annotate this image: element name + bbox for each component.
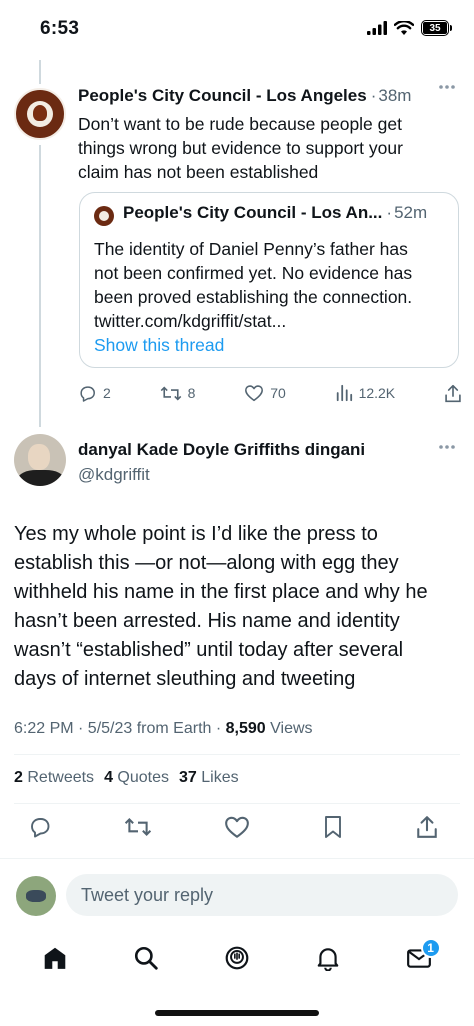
messages-badge: 1 (420, 938, 441, 958)
reply-button[interactable] (28, 815, 52, 839)
status-icons: 35 (367, 20, 452, 36)
retweets-stat[interactable]: 2 Retweets (14, 769, 94, 787)
tweet-text: Yes my whole point is I’d like the press… (14, 520, 464, 694)
retweet-icon (124, 815, 152, 839)
tweet-text-line: days of internet sleuthing and tweeting (14, 668, 356, 690)
battery-level: 35 (423, 22, 447, 34)
battery-icon: 35 (421, 20, 452, 36)
reply-count: 2 (103, 385, 111, 401)
reply-icon (78, 384, 97, 403)
home-icon (42, 945, 68, 971)
wifi-icon (394, 20, 414, 36)
thread-line (39, 145, 41, 427)
views-icon (335, 384, 353, 402)
tweet-time: 38m (378, 86, 412, 105)
quotes-stat[interactable]: 4 Quotes (104, 769, 169, 787)
quoted-time: 52m (394, 203, 428, 222)
share-button[interactable] (444, 384, 462, 403)
tweet-text-line: wasn’t “established” until today after s… (14, 639, 404, 661)
quoted-header: People's City Council - Los An... · 52m (123, 203, 428, 222)
tweet-timestamp: 6:22 PM · 5/5/23 from Earth · 8,590 View… (14, 720, 313, 738)
tweet-text-line: claim has not been established (78, 162, 319, 182)
reply-button[interactable]: 2 (78, 384, 111, 403)
main-tweet-actions (28, 815, 438, 839)
tweet-text: Don’t want to be rude because people get… (78, 112, 403, 184)
search-icon (133, 945, 159, 971)
tweet-text-line: withheld his name in the first place and… (14, 581, 428, 603)
avatar[interactable] (14, 88, 66, 140)
more-options-icon[interactable] (438, 84, 456, 90)
divider (14, 803, 460, 804)
timestamp-text: 6:22 PM · 5/5/23 from Earth · (14, 720, 226, 737)
retweet-icon (160, 384, 182, 403)
retweet-button[interactable]: 8 (160, 384, 196, 403)
signal-icon (367, 21, 387, 35)
tab-messages[interactable]: 1 (397, 936, 441, 980)
engagement-stats: 2 Retweets 4 Quotes 37 Likes (14, 769, 239, 787)
bookmark-button[interactable] (322, 815, 344, 839)
retweet-button[interactable] (124, 815, 152, 839)
likes-stat[interactable]: 37 Likes (179, 769, 239, 787)
more-options-icon[interactable] (438, 444, 456, 450)
likes-total: 37 (179, 769, 197, 786)
tab-spaces[interactable] (215, 936, 259, 980)
views-total: 8,590 (225, 720, 266, 737)
tab-notifications[interactable] (306, 936, 350, 980)
tweet-text-line: things wrong but evidence to support you… (78, 138, 403, 158)
spaces-icon (224, 945, 250, 971)
quoted-text-line: not been confirmed yet. No evidence has (94, 263, 413, 283)
tab-search[interactable] (124, 936, 168, 980)
reply-input[interactable] (66, 874, 458, 916)
retweets-total: 2 (14, 769, 23, 786)
thread-line-top (39, 60, 41, 84)
heart-icon (224, 815, 250, 839)
author-name[interactable]: danyal Kade Doyle Griffiths dingani (78, 440, 365, 460)
author-name[interactable]: People's City Council - Los Angeles (78, 86, 367, 106)
tweet-actions: 2 8 70 12.2K (78, 380, 462, 406)
quoted-text-line: The identity of Daniel Penny’s father ha… (94, 239, 408, 259)
quoted-author-name: People's City Council - Los An... (123, 203, 383, 222)
divider (14, 754, 460, 755)
retweets-label: Retweets (27, 769, 95, 786)
reply-icon (28, 815, 52, 839)
avatar[interactable] (14, 434, 66, 486)
quotes-label: Quotes (117, 769, 170, 786)
views-label: Views (265, 720, 313, 737)
parent-tweet-header: People's City Council - Los Angeles · 38… (78, 86, 412, 106)
quoted-avatar (94, 206, 114, 226)
status-bar: 6:53 35 (0, 0, 474, 60)
bell-icon (315, 945, 341, 971)
author-handle[interactable]: @kdgriffit (78, 465, 150, 485)
tweet-text-line: Don’t want to be rude because people get (78, 114, 402, 134)
quoted-link[interactable]: twitter.com/kdgriffit/stat... (94, 309, 450, 333)
avatar[interactable] (16, 876, 56, 916)
bottom-tab-bar: 1 (0, 930, 474, 986)
share-icon (416, 815, 438, 839)
quoted-text: The identity of Daniel Penny’s father ha… (94, 237, 450, 333)
views-count: 12.2K (358, 385, 396, 401)
bookmark-icon (322, 815, 344, 839)
heart-icon (244, 384, 264, 402)
retweet-count: 8 (187, 385, 196, 401)
show-thread-link[interactable]: Show this thread (94, 335, 224, 356)
home-indicator[interactable] (155, 1010, 319, 1016)
quotes-total: 4 (104, 769, 113, 786)
share-button[interactable] (416, 815, 438, 839)
views-button[interactable]: 12.2K (335, 384, 396, 402)
reply-composer (0, 870, 474, 920)
share-icon (444, 384, 462, 403)
quoted-text-line: been proved establishing the connection. (94, 287, 413, 307)
tweet-text-line: establish this —or not—along with egg th… (14, 552, 399, 574)
like-button[interactable]: 70 (244, 384, 286, 402)
status-time: 6:53 (40, 18, 80, 39)
quoted-tweet-card[interactable]: People's City Council - Los An... · 52m … (79, 192, 459, 368)
like-button[interactable] (224, 815, 250, 839)
tab-home[interactable] (33, 936, 77, 980)
tweet-text-line: Yes my whole point is I’d like the press… (14, 523, 378, 545)
likes-label: Likes (201, 769, 239, 786)
tweet-text-line: hasn’t been arrested. His name and ident… (14, 610, 400, 632)
like-count: 70 (270, 385, 286, 401)
divider (0, 858, 474, 859)
